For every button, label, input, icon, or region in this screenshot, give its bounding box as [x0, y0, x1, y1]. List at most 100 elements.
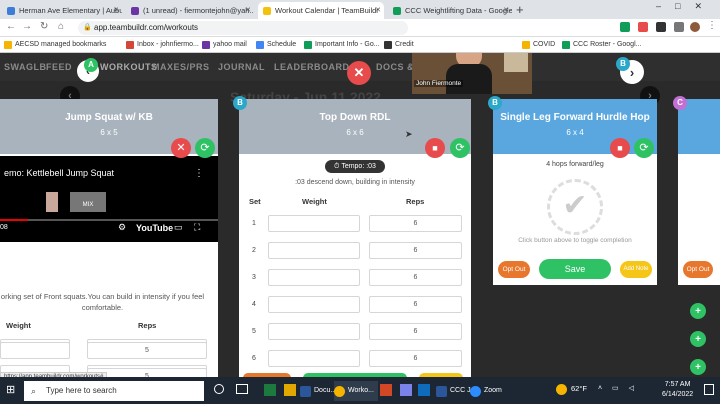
refresh-icon[interactable]: ⟳	[634, 138, 654, 158]
nav-link[interactable]: JOURNAL	[218, 62, 265, 72]
youtube-logo[interactable]: YouTube	[136, 223, 173, 233]
excel-icon[interactable]	[264, 384, 276, 396]
video-camera-icon[interactable]: ■	[610, 138, 630, 158]
puzzle-icon[interactable]	[674, 22, 684, 32]
reps-input[interactable]: 6	[369, 323, 462, 340]
url-field[interactable]: 🔒 app.teambuildr.com/workouts	[78, 21, 408, 35]
outlook-icon[interactable]	[418, 384, 430, 396]
file-explorer-icon[interactable]	[284, 384, 296, 396]
exercise-card-right: Single Leg Forward Hurdle Hop 6 x 4 4 ho…	[493, 99, 657, 285]
bookmark[interactable]: CCC Roster - Googl...	[562, 39, 641, 51]
completion-toggle-icon[interactable]: ✔	[547, 179, 603, 235]
nav-link[interactable]: SWAGLB	[4, 62, 47, 72]
system-tray-icons[interactable]: ˄ ▭ ◁	[598, 384, 638, 392]
chrome-icon	[334, 386, 345, 397]
add-icon[interactable]: +	[690, 359, 706, 375]
bookmark[interactable]: Important Info - Go...	[304, 39, 380, 51]
zoom-icon	[470, 386, 481, 397]
set-number: 6	[252, 355, 256, 362]
close-video-icon[interactable]: ✕	[171, 138, 191, 158]
new-tab-button[interactable]: +	[516, 2, 524, 17]
nav-link[interactable]: LEADERBOARD	[274, 62, 350, 72]
mix-thumbnail[interactable]: MIX	[70, 192, 106, 212]
refresh-icon[interactable]: ⟳	[450, 138, 470, 158]
weight-input[interactable]	[268, 323, 360, 340]
zoom-video-overlay[interactable]: John Fiermonte	[412, 53, 532, 94]
forward-icon[interactable]: →	[22, 21, 32, 32]
more-icon[interactable]: ⋮	[194, 168, 204, 179]
opt-out-button[interactable]: Opt Out	[498, 261, 530, 278]
reps-input[interactable]: 6	[369, 215, 462, 232]
weather-temp[interactable]: 62°F	[571, 384, 587, 393]
reps-input[interactable]: 6	[369, 242, 462, 259]
weight-input[interactable]	[268, 269, 360, 286]
close-icon[interactable]: ✕	[375, 2, 381, 19]
close-icon[interactable]: ✕	[245, 2, 251, 19]
card-letter-badge: B	[233, 96, 247, 110]
close-icon[interactable]: ✕	[113, 2, 119, 19]
weight-input[interactable]	[268, 242, 360, 259]
clock[interactable]: 7:57 AM 6/14/2022	[662, 380, 693, 400]
save-button[interactable]: Save	[539, 259, 611, 279]
weather-icon[interactable]	[556, 384, 567, 395]
video-player[interactable]: emo: Kettlebell Jump Squat ⋮ MIX 08 ⚙ Yo…	[0, 156, 218, 242]
reps-input[interactable]: 6	[369, 296, 462, 313]
taskbar-app[interactable]: Docu...	[300, 381, 336, 401]
windows-taskbar: ⊞ ⌕ Type here to search Docu... Worko...…	[0, 377, 720, 404]
refresh-icon[interactable]: ⟳	[195, 138, 215, 158]
video-camera-icon[interactable]: ■	[425, 138, 445, 158]
nav-link[interactable]: MAXES/PRS	[152, 62, 210, 72]
bookmark[interactable]: Schedule	[256, 39, 296, 51]
reload-icon[interactable]: ↻	[40, 21, 48, 32]
weight-input[interactable]	[268, 350, 360, 367]
bookmark[interactable]: AECSD managed bookmarks	[4, 39, 106, 51]
add-icon[interactable]: +	[690, 331, 706, 347]
add-icon[interactable]: +	[690, 303, 706, 319]
bookmark[interactable]: COVID	[522, 39, 555, 51]
browser-tab-active[interactable]: Workout Calendar | TeamBuildr ✕	[258, 2, 384, 19]
profile-avatar[interactable]	[690, 22, 700, 32]
windows-start-icon[interactable]: ⊞	[6, 383, 15, 396]
reps-input[interactable]: 5	[87, 342, 207, 359]
bookmark[interactable]: Inbox - johnfiermo...	[126, 39, 199, 51]
close-button[interactable]: ✕	[347, 61, 371, 85]
taskbar-app-active[interactable]: Worko...	[334, 381, 378, 401]
browser-tab[interactable]: CCC Weightlifting Data - Google S... ✕	[388, 2, 512, 19]
weight-input[interactable]	[268, 296, 360, 313]
extension-icon[interactable]	[638, 22, 648, 32]
close-icon[interactable]: ✕	[503, 2, 509, 19]
add-note-button[interactable]: Add Note	[620, 261, 652, 278]
nav-link[interactable]: FEED	[46, 62, 72, 72]
reps-input[interactable]: 6	[369, 350, 462, 367]
cortana-icon[interactable]	[214, 384, 224, 394]
opt-out-button[interactable]: Opt Out	[683, 261, 713, 278]
extension-icon[interactable]	[656, 22, 666, 32]
fullscreen-icon[interactable]: ⛶	[194, 222, 200, 233]
sets-reps: 6 x 5	[100, 128, 118, 137]
weight-input[interactable]	[268, 215, 360, 232]
task-view-icon[interactable]	[236, 384, 248, 394]
taskbar-app[interactable]: Zoom	[470, 381, 502, 401]
teams-icon[interactable]	[400, 384, 412, 396]
back-icon[interactable]: ←	[6, 21, 16, 32]
taskbar-search[interactable]: ⌕ Type here to search	[24, 381, 204, 401]
nav-link-active[interactable]: WORKOUTS	[100, 62, 158, 72]
participant-name: John Fiermonte	[414, 80, 464, 87]
card-letter-badge: C	[673, 96, 687, 110]
powerpoint-icon[interactable]	[380, 384, 392, 396]
browser-tab[interactable]: (1 unread) - fiermontejohn@yah... ✕	[126, 2, 254, 19]
home-icon[interactable]: ⌂	[58, 21, 64, 32]
reps-header: Reps	[406, 197, 425, 206]
reps-input[interactable]: 6	[369, 269, 462, 286]
bookmark[interactable]: Credit	[384, 39, 414, 51]
settings-icon[interactable]: ⚙	[118, 222, 126, 233]
extension-icon[interactable]	[620, 22, 630, 32]
bookmark[interactable]: yahoo mail	[202, 39, 247, 51]
browser-tab[interactable]: Herman Ave Elementary | Auburn ✕	[2, 2, 122, 19]
notification-icon[interactable]	[704, 384, 714, 395]
cast-icon[interactable]: ▭	[174, 222, 183, 233]
set-number: 3	[252, 274, 256, 281]
window-controls[interactable]: –□✕	[656, 1, 716, 12]
menu-icon[interactable]: ⋮	[707, 20, 717, 31]
weight-input[interactable]	[0, 342, 70, 359]
